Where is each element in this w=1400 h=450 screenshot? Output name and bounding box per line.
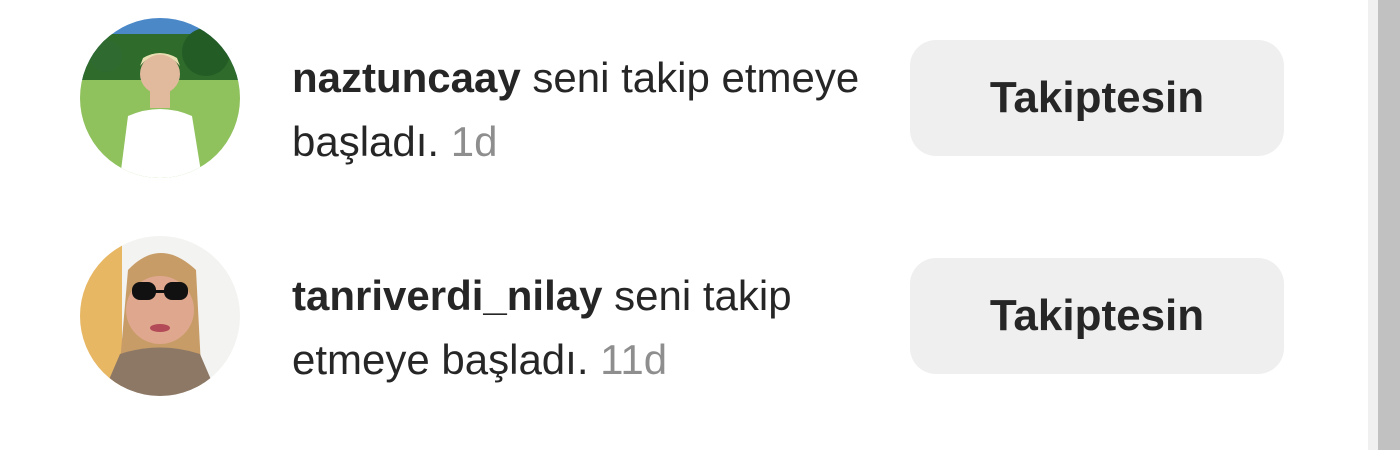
notification-item: tanriverdi_nilay seni takip etmeye başla… (80, 236, 1290, 398)
avatar-naztuncaay[interactable] (80, 18, 240, 178)
notification-text: naztuncaay seni takip etmeye başladı. 1d (292, 46, 882, 174)
notification-item: naztuncaay seni takip etmeye başladı. 1d… (80, 18, 1290, 180)
scrollbar-thumb[interactable] (1378, 0, 1400, 450)
notification-time: 1d (450, 118, 498, 165)
notification-list: naztuncaay seni takip etmeye başladı. 1d… (0, 0, 1400, 450)
notification-text: tanriverdi_nilay seni takip etmeye başla… (292, 264, 882, 392)
avatar-tanriverdi-nilay[interactable] (80, 236, 240, 396)
username-link[interactable]: tanriverdi_nilay (292, 272, 602, 319)
following-button[interactable]: Takiptesin (910, 40, 1284, 156)
username-link[interactable]: naztuncaay (292, 54, 521, 101)
following-button[interactable]: Takiptesin (910, 258, 1284, 374)
notification-time: 11d (600, 336, 668, 383)
